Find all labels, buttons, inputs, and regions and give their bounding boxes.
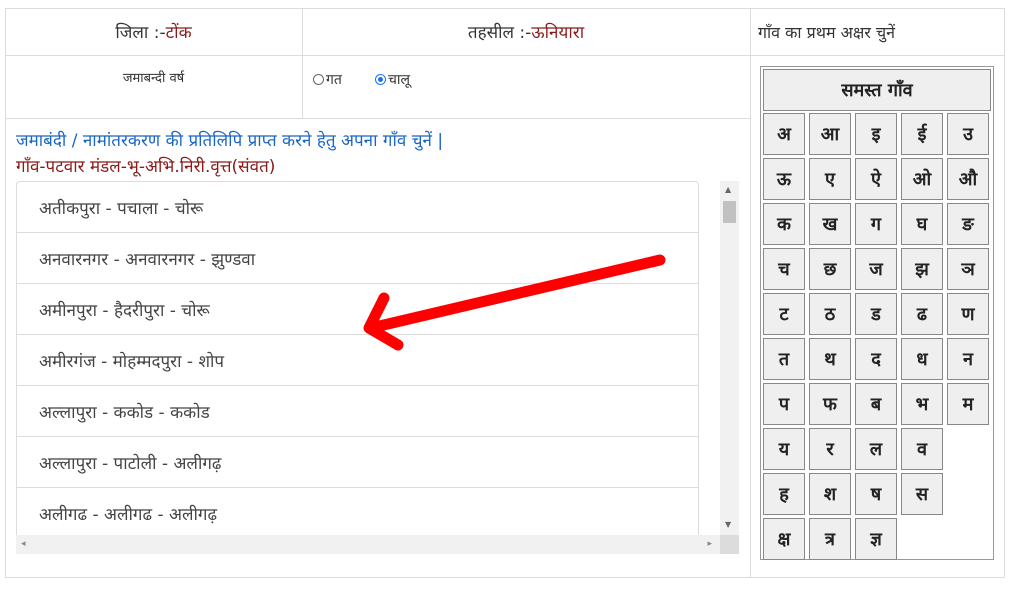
letter-button[interactable]: ट — [763, 293, 805, 335]
letter-button[interactable]: ध — [901, 338, 943, 380]
tehsil-header: तहसील :- ऊनियारा — [302, 8, 750, 55]
list-item[interactable]: अल्लापुरा - पाटोली - अलीगढ़ — [17, 437, 698, 488]
radio-current[interactable]: चालू — [374, 70, 410, 89]
district-header: जिला :- टोंक — [5, 8, 302, 55]
radio-current-label: चालू — [387, 72, 410, 88]
letter-button[interactable]: आ — [809, 113, 851, 155]
jamabandi-year-label: जमाबन्दी वर्ष — [122, 71, 185, 86]
letter-button[interactable]: घ — [901, 203, 943, 245]
letter-button[interactable]: क्ष — [763, 518, 805, 560]
letter-button[interactable]: क — [763, 203, 805, 245]
letter-button[interactable]: ज्ञ — [855, 518, 897, 560]
scroll-down-icon[interactable]: ▼ — [725, 520, 731, 529]
letter-button[interactable]: ष — [855, 473, 897, 515]
radio-current-circle[interactable] — [374, 74, 386, 85]
horizontal-scrollbar[interactable]: ◂ ▸ — [16, 535, 720, 554]
instruction-text: जमाबंदी / नामांतरकरण की प्रतिलिपि प्राप्… — [16, 131, 444, 151]
letter-button[interactable]: ऐ — [855, 158, 897, 200]
letter-button[interactable]: थ — [809, 338, 851, 380]
letter-button[interactable]: स — [901, 473, 943, 515]
scroll-up-icon[interactable]: ▲ — [725, 185, 731, 194]
letter-button[interactable]: म — [947, 383, 989, 425]
letter-button[interactable]: इ — [855, 113, 897, 155]
letter-button[interactable]: र — [809, 428, 851, 470]
divider — [5, 55, 1005, 56]
letter-button[interactable]: त्र — [809, 518, 851, 560]
letter-button[interactable]: द — [855, 338, 897, 380]
letter-button[interactable]: ऊ — [763, 158, 805, 200]
list-item[interactable]: अनवारनगर - अनवारनगर - झुण्डवा — [17, 233, 698, 284]
list-item[interactable]: अतीकपुरा - पचाला - चोरू — [17, 182, 698, 233]
list-item[interactable]: अमीरगंज - मोहम्मदपुरा - शोप — [17, 335, 698, 386]
village-list[interactable]: अतीकपुरा - पचाला - चोरू अनवारनगर - अनवार… — [16, 181, 699, 535]
list-item[interactable]: अलीगढ - अलीगढ - अलीगढ़ — [17, 488, 698, 535]
letter-button[interactable]: प — [763, 383, 805, 425]
letter-button[interactable]: ब — [855, 383, 897, 425]
letter-button[interactable]: ई — [901, 113, 943, 155]
letter-button[interactable]: ल — [855, 428, 897, 470]
letter-button[interactable]: अ — [763, 113, 805, 155]
letter-button[interactable]: झ — [901, 248, 943, 290]
letter-button[interactable]: य — [763, 428, 805, 470]
tehsil-value: ऊनियारा — [531, 23, 585, 43]
alpha-prompt: गाँव का प्रथम अक्षर चुनें — [758, 22, 895, 42]
letter-button[interactable]: ङ — [947, 203, 989, 245]
list-item[interactable]: अमीनपुरा - हैदरीपुरा - चोरू — [17, 284, 698, 335]
letter-button[interactable]: ड — [855, 293, 897, 335]
letter-button[interactable]: ख — [809, 203, 851, 245]
letter-button[interactable]: च — [763, 248, 805, 290]
radio-previous-circle[interactable] — [313, 74, 324, 85]
letter-button[interactable]: ह — [763, 473, 805, 515]
letter-button[interactable]: त — [763, 338, 805, 380]
letter-button[interactable]: ण — [947, 293, 989, 335]
radio-previous-label: गत — [326, 72, 342, 88]
letter-button[interactable]: श — [809, 473, 851, 515]
letter-button[interactable]: भ — [901, 383, 943, 425]
scroll-right-icon[interactable]: ▸ — [707, 539, 712, 549]
all-villages-button[interactable]: समस्त गाँव — [763, 69, 991, 111]
alphabet-panel: समस्त गाँव अआइईउ ऊएऐओऔ कखगघङ चछजझञ टठडढण तथदध… — [760, 66, 994, 560]
letter-button[interactable]: ठ — [809, 293, 851, 335]
divider — [750, 8, 751, 578]
letter-button[interactable]: ग — [855, 203, 897, 245]
radio-previous[interactable]: गत — [313, 70, 342, 89]
jamabandi-year-options: गत चालू — [313, 70, 743, 89]
scroll-left-icon[interactable]: ◂ — [21, 539, 26, 549]
list-heading: गाँव-पटवार मंडल-भू-अभि.निरी.वृत्त(संवत) — [16, 157, 276, 177]
district-label: जिला :- — [115, 23, 166, 43]
vertical-scrollbar[interactable]: ▲ ▼ — [720, 181, 739, 535]
letter-button[interactable]: ओ — [901, 158, 943, 200]
letter-button[interactable]: न — [947, 338, 989, 380]
letter-button[interactable]: औ — [947, 158, 989, 200]
letter-button[interactable]: ञ — [947, 248, 989, 290]
scroll-thumb[interactable] — [723, 201, 736, 223]
letter-button[interactable]: ज — [855, 248, 897, 290]
letter-button[interactable]: व — [901, 428, 943, 470]
letter-button[interactable]: उ — [947, 113, 989, 155]
district-value: टोंक — [165, 23, 192, 43]
letter-button[interactable]: ए — [809, 158, 851, 200]
letter-button[interactable]: फ — [809, 383, 851, 425]
letter-button[interactable]: छ — [809, 248, 851, 290]
list-item[interactable]: अल्लापुरा - ककोड - ककोड — [17, 386, 698, 437]
letter-button[interactable]: ढ — [901, 293, 943, 335]
tehsil-label: तहसील :- — [467, 23, 532, 43]
divider — [5, 118, 750, 119]
scrollbar-corner — [720, 535, 739, 554]
